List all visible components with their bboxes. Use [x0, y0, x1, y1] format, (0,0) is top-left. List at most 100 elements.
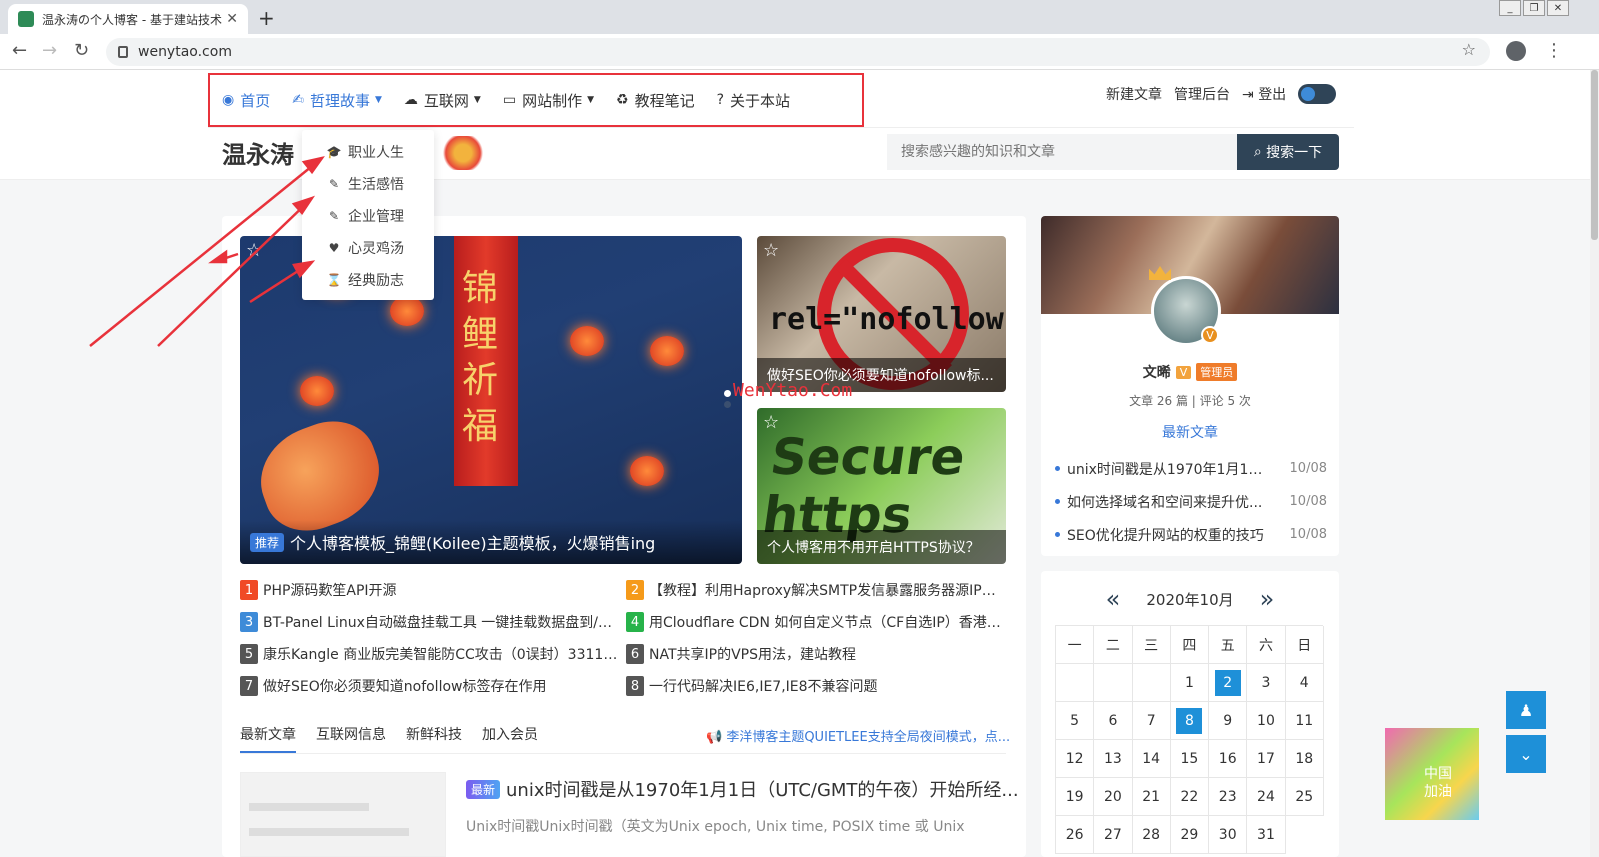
latest-post-title[interactable]: 最新 unix时间戳是从1970年1月1日（UTC/GMT的午夜）开始所经... [466, 776, 1019, 802]
back-icon[interactable]: ← [12, 40, 27, 61]
slider-dot-active[interactable] [724, 390, 731, 397]
nav-item-5[interactable]: ? 关于本站 [717, 90, 790, 111]
search-input[interactable] [887, 134, 1237, 170]
page-scrollbar[interactable] [1590, 70, 1599, 857]
calendar-day[interactable]: 1 [1170, 664, 1210, 702]
latest-post-thumbnail[interactable] [240, 772, 446, 857]
nav-item-label: 关于本站 [730, 91, 791, 110]
sidebar-latest-item[interactable]: 如何选择域名和空间来提升优... 10/08 [1055, 485, 1327, 518]
tab-close-icon[interactable]: ✕ [226, 11, 238, 27]
qq-contact-button[interactable]: ♟ [1506, 691, 1546, 729]
hot-article-item[interactable]: 3 BT-Panel Linux自动磁盘挂载工具 一键挂载数据盘到/w... [240, 612, 626, 632]
dropdown-item[interactable]: ⌛ 经典励志 [302, 264, 434, 296]
sidebar-latest-item[interactable]: unix时间戳是从1970年1月1日... 10/08 [1055, 452, 1327, 485]
calendar-day[interactable]: 2 [1209, 664, 1248, 702]
dark-mode-toggle[interactable] [1298, 84, 1337, 104]
calendar-day[interactable]: 14 [1132, 740, 1171, 778]
new-tab-button[interactable]: + [258, 6, 275, 30]
minimize-icon[interactable]: _ [1499, 0, 1521, 16]
calendar-day[interactable]: 13 [1094, 740, 1133, 778]
calendar-day[interactable]: 19 [1056, 778, 1095, 816]
dropdown-item[interactable]: ✎ 生活感悟 [302, 168, 434, 200]
calendar-day[interactable]: 17 [1247, 740, 1286, 778]
calendar-day[interactable]: 9 [1209, 702, 1248, 740]
dropdown-item[interactable]: ✎ 企业管理 [302, 200, 434, 232]
calendar-day[interactable]: 3 [1247, 664, 1286, 702]
hot-article-title: PHP源码歎笙API开源 [263, 583, 397, 599]
calendar-day[interactable]: 24 [1247, 778, 1286, 816]
calendar-day[interactable]: 29 [1170, 816, 1210, 854]
calendar-day[interactable]: 10 [1247, 702, 1286, 740]
sidebar-latest-item[interactable]: SEO优化提升网站的权重的技巧 10/08 [1055, 518, 1327, 551]
nav-item-3[interactable]: ▭ 网站制作 ▼ [503, 90, 594, 111]
favorite-star-icon[interactable]: ☆ [763, 240, 779, 261]
slider-dot[interactable] [724, 401, 731, 408]
restore-icon[interactable]: ❐ [1523, 0, 1545, 16]
calendar-day[interactable]: 6 [1094, 702, 1133, 740]
calendar-day[interactable]: 12 [1056, 740, 1095, 778]
nav-item-1[interactable]: ✍ 哲理故事 ▼ [292, 90, 382, 111]
hot-article-item[interactable]: 4 用Cloudflare CDN 如何自定义节点（CF自选IP）香港/... [626, 612, 1010, 632]
tab-3[interactable]: 加入会员 [482, 724, 538, 753]
account-icon[interactable] [1506, 41, 1526, 61]
tab-1[interactable]: 互联网信息 [316, 724, 386, 753]
new-post-link[interactable]: 新建文章 [1106, 84, 1162, 104]
search-button[interactable]: ⌕ 搜索一下 [1237, 134, 1339, 170]
browser-menu-icon[interactable]: ⋮ [1545, 40, 1563, 61]
calendar-day[interactable]: 5 [1056, 702, 1095, 740]
tab-title: 温永涛の个人博客 - 基于建站技术 [42, 12, 222, 27]
site-logo[interactable]: 温永涛 [222, 135, 294, 170]
side-post-https[interactable]: Secure https ☆ 个人博客用不用开启HTTPS协议？ [757, 408, 1006, 564]
calendar-day[interactable]: 11 [1285, 702, 1324, 740]
calendar-day[interactable]: 18 [1285, 740, 1324, 778]
hot-article-item[interactable]: 5 康乐Kangle 商业版完美智能防CC攻击（0误封）3311后... [240, 644, 626, 664]
nav-item-2[interactable]: ☁ 互联网 ▼ [404, 90, 481, 111]
notice-bar[interactable]: 📢 李洋博客主题QUIETLEE支持全局夜间模式，点... [706, 726, 1010, 745]
hot-article-item[interactable]: 1 PHP源码歎笙API开源 [240, 580, 626, 600]
calendar-day[interactable]: 27 [1094, 816, 1133, 854]
calendar-day[interactable]: 16 [1209, 740, 1248, 778]
forward-icon[interactable]: → [42, 40, 57, 61]
calendar-day-highlighted[interactable]: 2 [1214, 669, 1241, 696]
scroll-down-button[interactable]: ⌄ [1506, 735, 1546, 773]
favorite-star-icon[interactable]: ☆ [763, 412, 779, 433]
browser-tab[interactable]: 温永涛の个人博客 - 基于建站技术 ✕ [8, 4, 248, 34]
logout-link[interactable]: ⇥ 登出 [1242, 84, 1286, 104]
reload-icon[interactable]: ↻ [74, 40, 89, 61]
calendar-day[interactable]: 21 [1132, 778, 1171, 816]
bookmark-star-icon[interactable]: ☆ [1462, 40, 1476, 59]
side-post-nofollow[interactable]: rel="nofollow" ☆ 做好SEO你必须要知道nofollow标... [757, 236, 1006, 392]
favorite-star-icon[interactable]: ☆ [246, 240, 262, 261]
hero-caption[interactable]: 推荐 个人博客模板_锦鲤(Koilee)主题模板，火爆销售ing [240, 520, 742, 564]
calendar-day[interactable]: 20 [1094, 778, 1133, 816]
calendar-day-highlighted[interactable]: 8 [1176, 707, 1203, 734]
hot-article-item[interactable]: 8 一行代码解决IE6,IE7,IE8不兼容问题 [626, 676, 1010, 696]
close-window-icon[interactable]: ✕ [1547, 0, 1569, 16]
prev-month-icon[interactable]: « [1106, 585, 1121, 613]
calendar-day[interactable]: 4 [1285, 664, 1324, 702]
lantern-icon [650, 336, 684, 366]
calendar-day[interactable]: 25 [1285, 778, 1324, 816]
hot-article-item[interactable]: 6 NAT共享IP的VPS用法，建站教程 [626, 644, 1010, 664]
dropdown-item[interactable]: ♥ 心灵鸡汤 [302, 232, 434, 264]
calendar-day[interactable]: 30 [1209, 816, 1248, 854]
nav-item-4[interactable]: ♻ 教程笔记 [616, 90, 695, 111]
calendar-day[interactable]: 22 [1170, 778, 1210, 816]
tab-2[interactable]: 新鲜科技 [406, 724, 462, 753]
scrollbar-thumb[interactable] [1591, 70, 1598, 240]
url-field[interactable]: wenytao.com ☆ [106, 38, 1490, 66]
nav-item-0[interactable]: ◉ 首页 [222, 90, 270, 111]
calendar-day[interactable]: 23 [1209, 778, 1248, 816]
dropdown-item[interactable]: 🎓 职业人生 [302, 136, 434, 168]
tab-0[interactable]: 最新文章 [240, 724, 296, 753]
calendar-day[interactable]: 15 [1170, 740, 1210, 778]
hot-article-item[interactable]: 7 做好SEO你必须要知道nofollow标签存在作用 [240, 676, 626, 696]
calendar-day[interactable]: 28 [1132, 816, 1171, 854]
calendar-day[interactable]: 7 [1132, 702, 1171, 740]
calendar-day[interactable]: 31 [1247, 816, 1286, 854]
calendar-day[interactable]: 26 [1056, 816, 1095, 854]
calendar-day[interactable]: 8 [1170, 702, 1210, 740]
admin-link[interactable]: 管理后台 [1174, 84, 1230, 104]
hot-article-item[interactable]: 2 【教程】利用Haproxy解决SMTP发信暴露服务器源IP的... [626, 580, 1010, 600]
next-month-icon[interactable]: » [1260, 585, 1275, 613]
